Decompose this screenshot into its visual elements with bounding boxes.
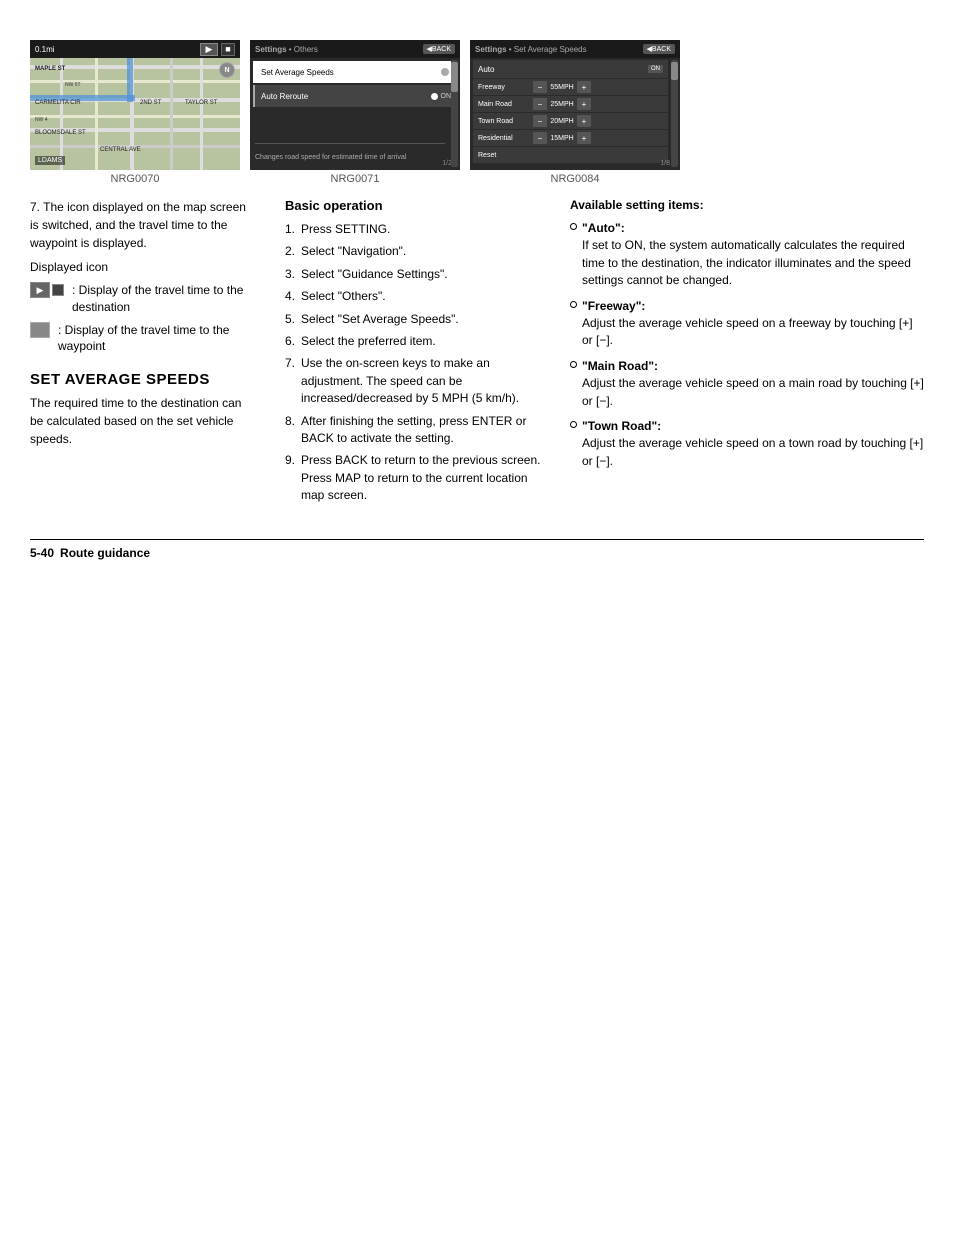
speeds-mainroad-row: Main Road − 25MPH + xyxy=(473,96,668,112)
bullet-circle-freeway xyxy=(570,301,577,308)
bullet-freeway: "Freeway": Adjust the average vehicle sp… xyxy=(570,298,924,350)
waypoint-icon xyxy=(30,322,50,338)
settings-back-btn: ◀BACK xyxy=(423,44,455,54)
icon2-display: : Display of the travel time to the wayp… xyxy=(30,322,255,356)
destination-icon: ▶ xyxy=(30,282,50,298)
settings-header-title: Settings • Others xyxy=(255,45,318,54)
speeds-auto-row: Auto ON xyxy=(473,60,668,78)
speeds-reset-row: Reset xyxy=(473,147,668,163)
bullet-circle-auto xyxy=(570,223,577,230)
bullet-circle-mainroad xyxy=(570,361,577,368)
footer-section-name: Route guidance xyxy=(60,546,150,560)
screenshot-settings: Settings • Others ◀BACK Set Average Spee… xyxy=(250,40,460,170)
bullet-content-freeway: "Freeway": Adjust the average vehicle sp… xyxy=(582,298,924,350)
steps-list: 1. Press SETTING. 2. Select "Navigation"… xyxy=(285,221,545,504)
screenshot-speeds-container: Settings • Set Average Speeds ◀BACK Auto… xyxy=(470,40,680,185)
point7-section: 7. The icon displayed on the map screen … xyxy=(30,198,255,355)
main-content: 7. The icon displayed on the map screen … xyxy=(30,190,924,509)
bullet-circle-townroad xyxy=(570,421,577,428)
bullet-content-mainroad: "Main Road": Adjust the average vehicle … xyxy=(582,358,924,410)
speeds-townroad-row: Town Road − 20MPH + xyxy=(473,113,668,129)
page-footer: 5-40 Route guidance xyxy=(30,539,924,560)
screenshot-speeds: Settings • Set Average Speeds ◀BACK Auto… xyxy=(470,40,680,170)
displayed-icon-label: Displayed icon xyxy=(30,258,255,276)
speeds-header-title: Settings • Set Average Speeds xyxy=(475,45,587,54)
icon1-description: : Display of the travel time to the dest… xyxy=(72,282,255,316)
set-average-speeds-section: SET AVERAGE SPEEDS The required time to … xyxy=(30,371,255,448)
screenshot-label-nrg0084: NRG0084 xyxy=(551,173,600,185)
speeds-freeway-row: Freeway − 55MPH + xyxy=(473,79,668,95)
step-1: 1. Press SETTING. xyxy=(285,221,545,238)
bullet-auto: "Auto": If set to ON, the system automat… xyxy=(570,220,924,290)
available-title: Available setting items: xyxy=(570,198,924,212)
step-7: 7. Use the on-screen keys to make an adj… xyxy=(285,355,545,407)
step-9: 9. Press BACK to return to the previous … xyxy=(285,452,545,504)
settings-item-set-average: Set Average Speeds xyxy=(253,61,457,83)
map-screenshot: MAPLE ST NW 5T CARMELITA CIR 2ND ST TAYL… xyxy=(30,40,240,170)
screenshot-settings-container: Settings • Others ◀BACK Set Average Spee… xyxy=(250,40,460,185)
right-column: Available setting items: "Auto": If set … xyxy=(560,190,924,509)
bullet-mainroad: "Main Road": Adjust the average vehicle … xyxy=(570,358,924,410)
flag-icon xyxy=(52,284,64,296)
step-6: 6. Select the preferred item. xyxy=(285,333,545,350)
bullet-townroad: "Town Road": Adjust the average vehicle … xyxy=(570,418,924,470)
step-5: 5. Select "Set Average Speeds". xyxy=(285,311,545,328)
middle-column: Basic operation 1. Press SETTING. 2. Sel… xyxy=(270,190,560,509)
step-3: 3. Select "Guidance Settings". xyxy=(285,266,545,283)
point7-text: 7. The icon displayed on the map screen … xyxy=(30,198,255,252)
screenshot-map-container: MAPLE ST NW 5T CARMELITA CIR 2ND ST TAYL… xyxy=(30,40,240,185)
basic-operation-section: Basic operation 1. Press SETTING. 2. Sel… xyxy=(285,198,545,504)
icon1-display: ▶ : Display of the travel time to the de… xyxy=(30,282,255,316)
left-column: 7. The icon displayed on the map screen … xyxy=(30,190,270,509)
section-body-set-average: The required time to the destination can… xyxy=(30,394,255,448)
icon2-description: : Display of the travel time to the wayp… xyxy=(58,322,255,356)
settings-item-auto-reroute: Auto Reroute ON xyxy=(253,85,457,107)
screenshot-label-nrg0071: NRG0071 xyxy=(331,173,380,185)
screenshots-row: MAPLE ST NW 5T CARMELITA CIR 2ND ST TAYL… xyxy=(30,40,924,190)
step-8: 8. After finishing the setting, press EN… xyxy=(285,413,545,448)
section-title-set-average: SET AVERAGE SPEEDS xyxy=(30,371,255,388)
bullet-content-townroad: "Town Road": Adjust the average vehicle … xyxy=(582,418,924,470)
page-content: MAPLE ST NW 5T CARMELITA CIR 2ND ST TAYL… xyxy=(30,20,924,560)
available-settings-section: Available setting items: "Auto": If set … xyxy=(570,198,924,470)
screenshot-label-nrg0070: NRG0070 xyxy=(111,173,160,185)
bullet-content-auto: "Auto": If set to ON, the system automat… xyxy=(582,220,924,290)
step-2: 2. Select "Navigation". xyxy=(285,243,545,260)
speeds-back-btn: ◀BACK xyxy=(643,44,675,54)
step-4: 4. Select "Others". xyxy=(285,288,545,305)
speeds-residential-row: Residential − 15MPH + xyxy=(473,130,668,146)
basic-operation-title: Basic operation xyxy=(285,198,545,213)
footer-page-num: 5-40 xyxy=(30,546,54,560)
